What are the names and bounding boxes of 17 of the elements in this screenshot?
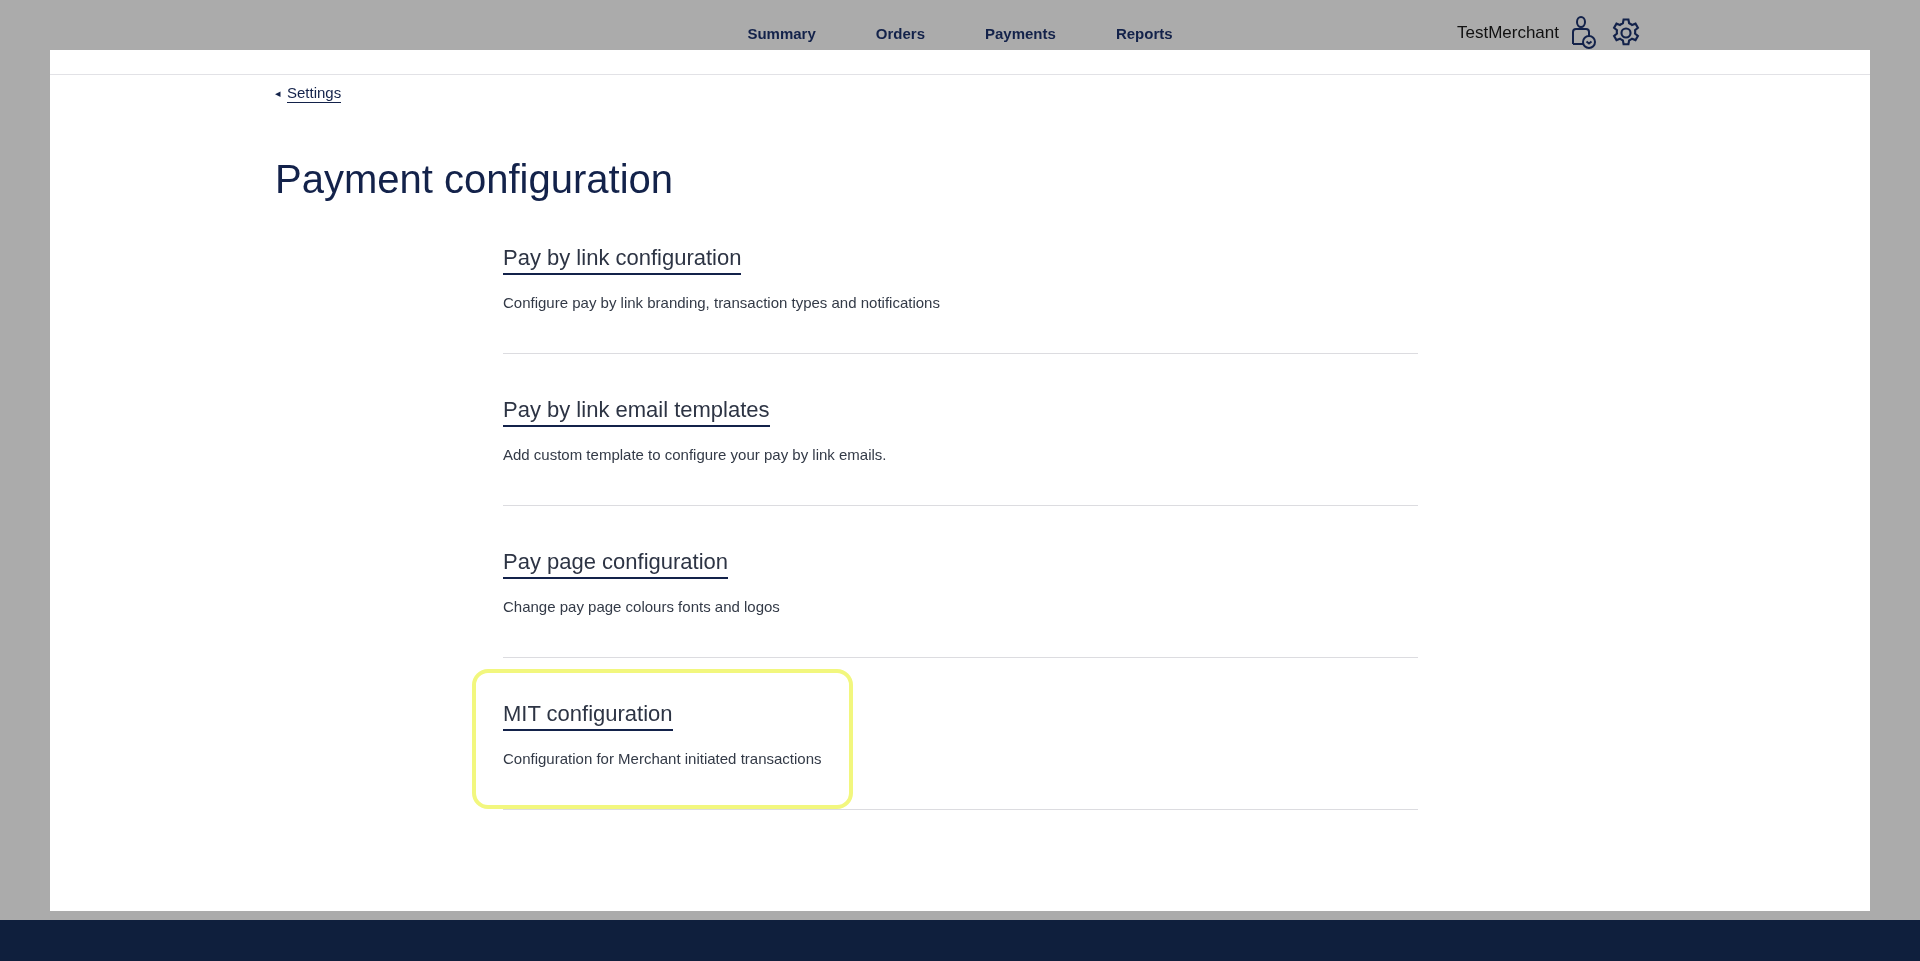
config-description: Change pay page colours fonts and logos <box>503 597 780 617</box>
nav-link[interactable]: Reports <box>1115 24 1173 42</box>
config-description: Configure pay by link branding, transaction types and notifications <box>503 293 940 313</box>
config-link[interactable]: Pay by link email templates <box>503 395 770 427</box>
nav-link[interactable]: Orders <box>875 24 925 42</box>
back-link[interactable]: Settings <box>287 84 342 103</box>
page-title: Payment configuration <box>275 157 674 202</box>
back-arrow-icon: ◂ <box>275 87 281 100</box>
nav-link[interactable]: Summary <box>747 24 816 42</box>
config-description: Add custom template to configure your pay by link emails. <box>503 445 887 465</box>
user-name: TestMerchant <box>1456 23 1559 43</box>
config-description: Configuration for Merchant initiated transactions <box>503 749 822 769</box>
config-link[interactable]: Pay page configuration <box>503 547 729 579</box>
user-icon[interactable] <box>1571 16 1597 50</box>
config-link[interactable]: MIT configuration <box>503 699 673 731</box>
config-link[interactable]: Pay by link configuration <box>503 243 742 275</box>
nav-link[interactable]: Payments <box>985 24 1056 42</box>
